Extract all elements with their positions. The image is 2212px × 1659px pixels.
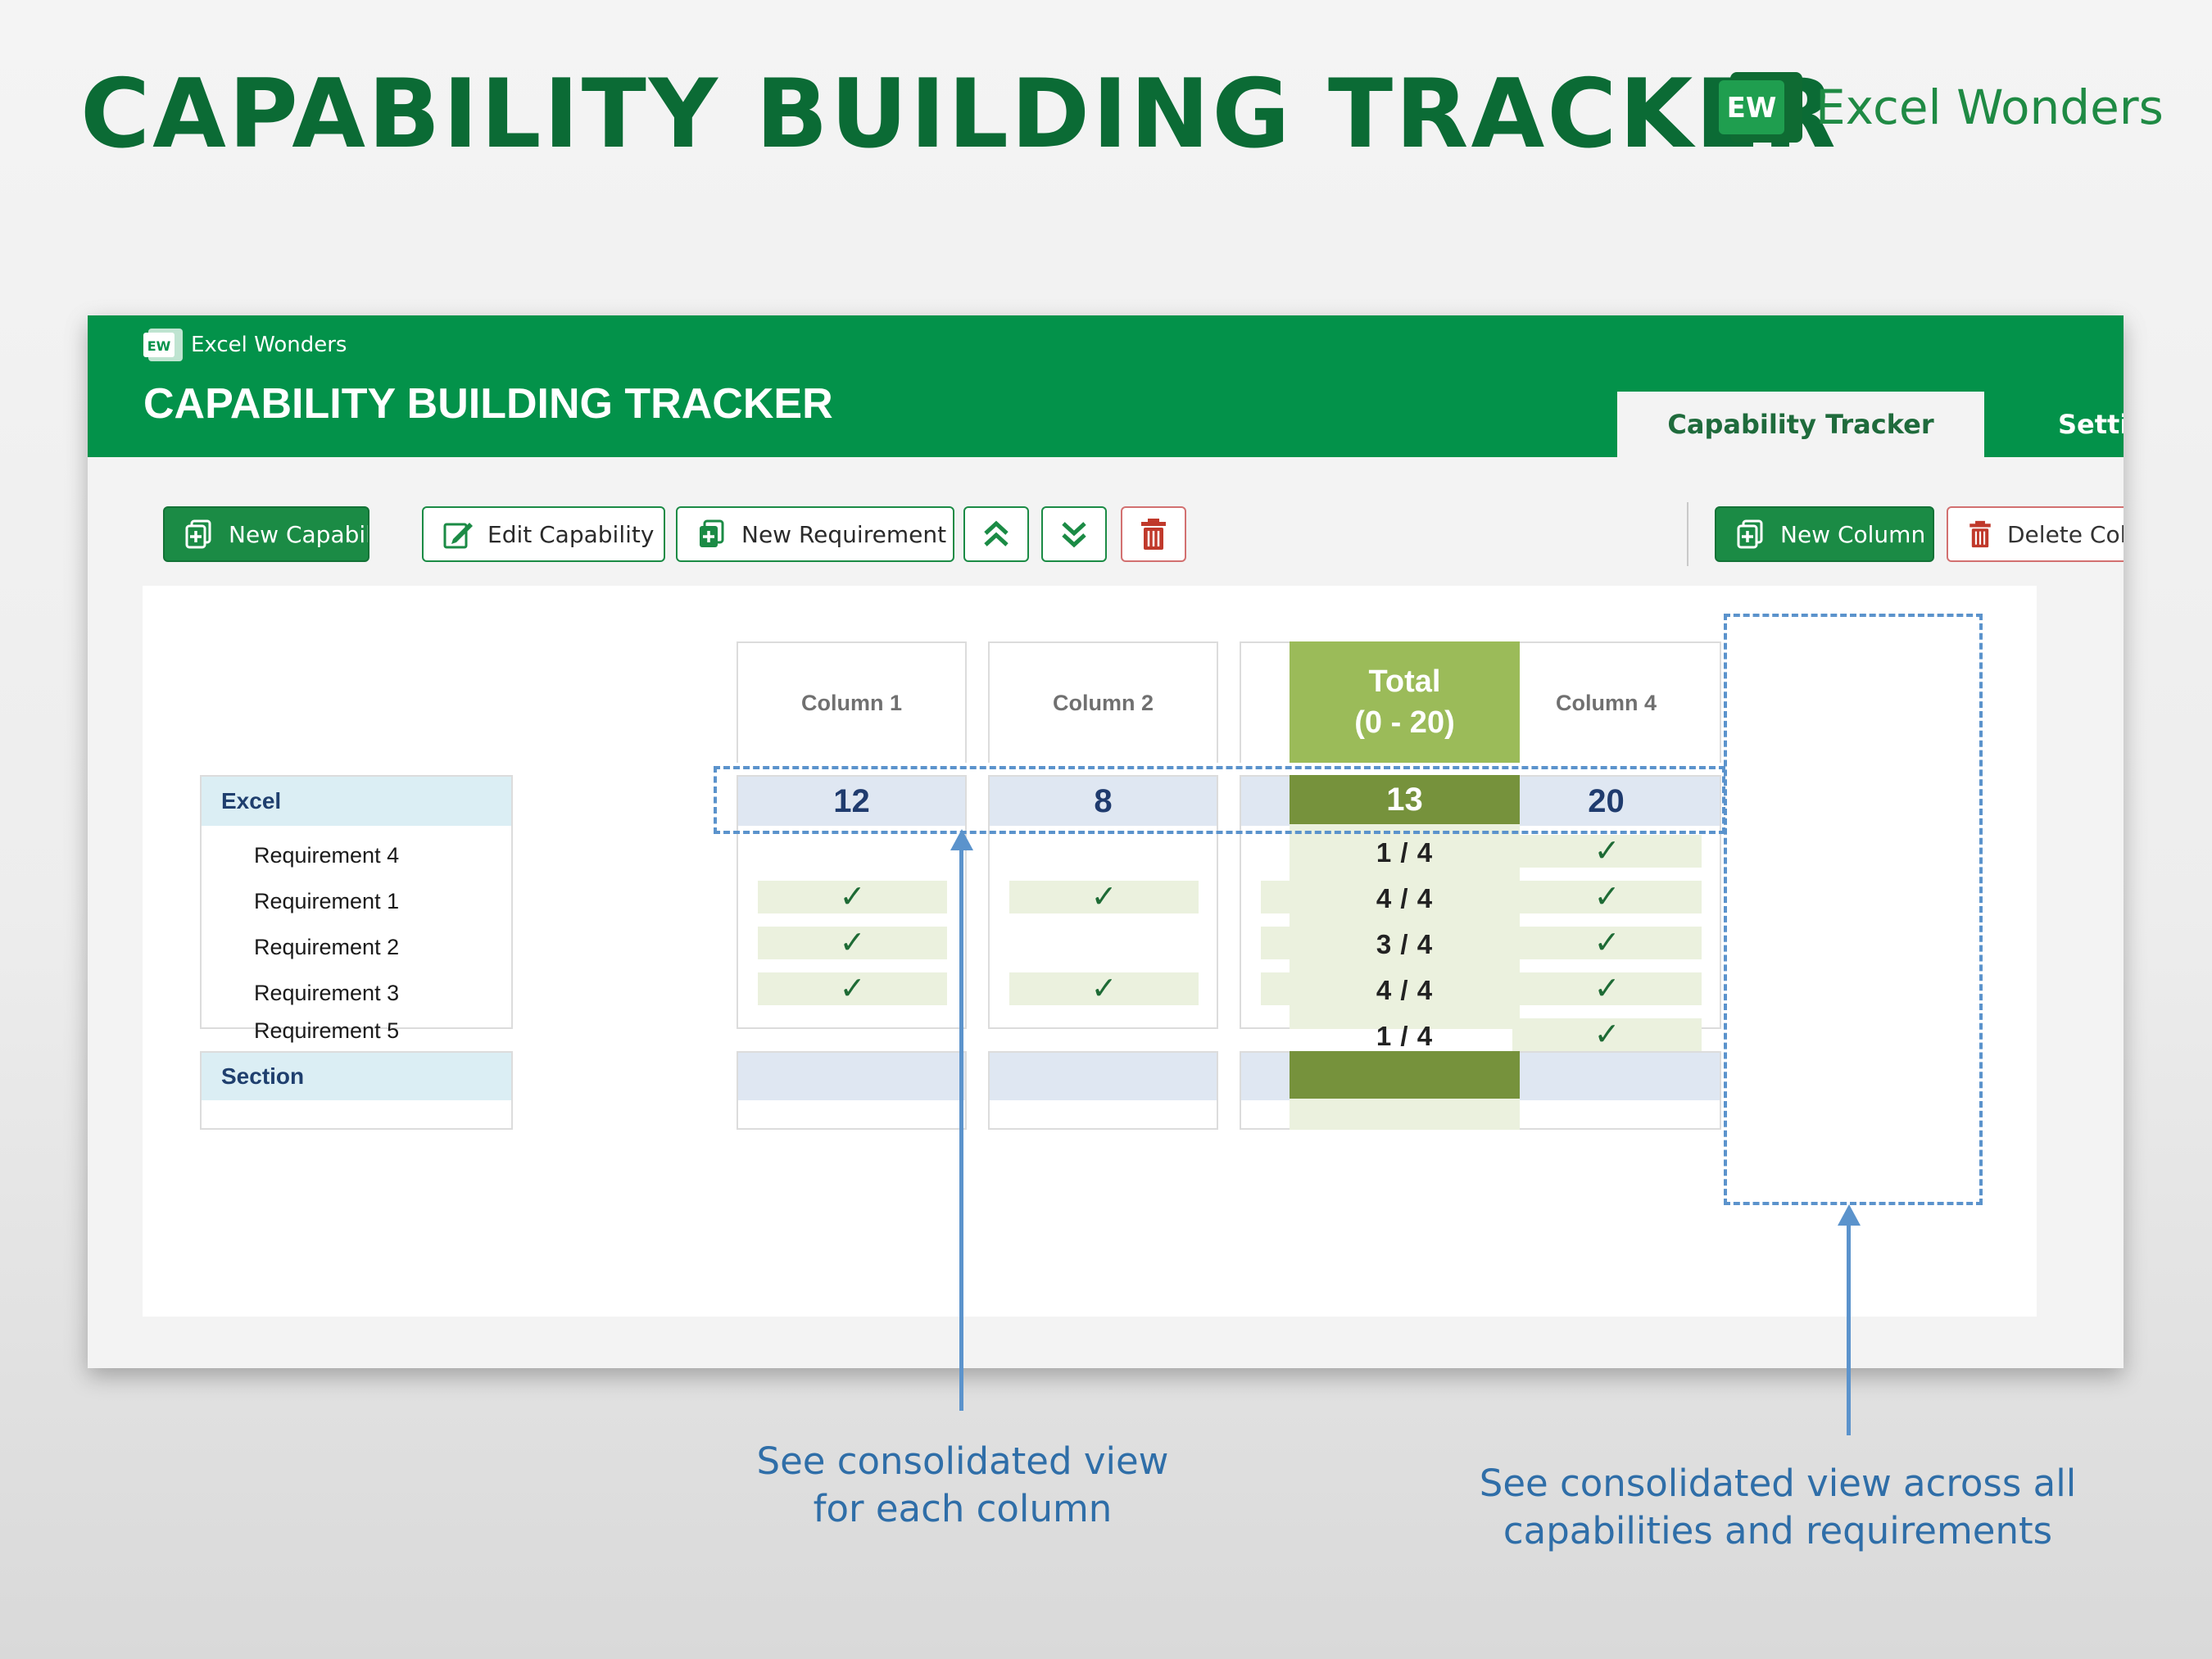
section-column-cell xyxy=(1491,1051,1721,1130)
new-requirement-button[interactable]: New Requirement xyxy=(676,506,954,562)
new-column-button[interactable]: New Column xyxy=(1715,506,1934,562)
new-capability-label: New Capability xyxy=(229,520,368,548)
column-annotation-line: See consolidated view xyxy=(756,1439,1169,1483)
arrow-line xyxy=(1847,1224,1851,1435)
edit-capability-label: Edit Capability xyxy=(487,520,655,548)
check-cell[interactable]: ✓ xyxy=(1009,881,1199,913)
total-annotation-line: See consolidated view across all xyxy=(1479,1462,2077,1505)
column-scores-highlight xyxy=(714,766,1725,834)
total-column-highlight xyxy=(1724,614,1983,1205)
capability-name[interactable]: Excel xyxy=(202,777,511,826)
hero-brand: EW Excel Wonders xyxy=(1719,70,2164,144)
section-block: Section xyxy=(200,1051,513,1130)
new-capability-button[interactable]: New Capability xyxy=(163,506,369,562)
check-cell[interactable]: ✓ xyxy=(1512,835,1702,868)
app-brand: EW Excel Wonders xyxy=(143,329,347,361)
column-header[interactable]: Column 2 xyxy=(988,641,1218,763)
section-column-cell xyxy=(737,1051,967,1130)
delete-button[interactable] xyxy=(1121,506,1186,562)
requirement-label[interactable]: Requirement 1 xyxy=(254,889,399,914)
check-cell[interactable]: ✓ xyxy=(1512,927,1702,959)
column-annotation-line: for each column xyxy=(813,1487,1113,1530)
excel-wonders-logo-icon: EW xyxy=(1719,72,1802,143)
check-cell[interactable]: ✓ xyxy=(758,927,947,959)
add-document-icon xyxy=(700,519,724,547)
tab-settings[interactable]: Settings xyxy=(2058,392,2124,457)
edit-capability-button[interactable]: Edit Capability xyxy=(422,506,665,562)
svg-text:EW: EW xyxy=(1727,92,1777,125)
add-document-icon xyxy=(1737,519,1763,549)
arrow-up-icon xyxy=(950,829,973,850)
app-title: CAPABILITY BUILDING TRACKER xyxy=(143,380,833,428)
hero-brand-name: Excel Wonders xyxy=(1815,79,2164,135)
section-column-cell xyxy=(988,1051,1218,1130)
delete-column-label: Delete Column xyxy=(2007,520,2124,548)
column-header[interactable]: Column 1 xyxy=(737,641,967,763)
app-header: EW Excel Wonders CAPABILITY BUILDING TRA… xyxy=(88,315,2124,457)
new-requirement-label: New Requirement xyxy=(741,520,947,548)
double-chevron-up-icon xyxy=(984,520,1009,546)
total-annotation-line: capabilities and requirements xyxy=(1503,1509,2053,1552)
requirement-total: 4 / 4 xyxy=(1376,883,1434,913)
trash-icon xyxy=(1969,520,1991,548)
requirement-label[interactable]: Requirement 4 xyxy=(254,843,399,868)
requirement-total: 4 / 4 xyxy=(1376,975,1434,1005)
total-annotation: See consolidated view across all capabil… xyxy=(1458,1460,2097,1555)
check-cell[interactable]: ✓ xyxy=(1512,972,1702,1005)
move-up-button[interactable] xyxy=(963,506,1029,562)
edit-icon xyxy=(443,523,473,549)
double-chevron-down-icon xyxy=(1062,522,1086,548)
check-cell[interactable]: ✓ xyxy=(1512,881,1702,913)
column-annotation: See consolidated view for each column xyxy=(655,1438,1270,1533)
requirement-label[interactable]: Requirement 2 xyxy=(254,935,399,960)
check-cell[interactable]: ✓ xyxy=(1512,1018,1702,1051)
capability-block: Excel Requirement 4 Requirement 1 Requir… xyxy=(200,775,513,1043)
total-header-title: Total xyxy=(1368,664,1441,699)
check-cell[interactable]: ✓ xyxy=(1009,972,1199,1005)
excel-wonders-mini-logo-icon: EW xyxy=(143,329,183,361)
toolbar-separator xyxy=(1687,502,1688,566)
total-section-cell xyxy=(1290,1051,1520,1130)
total-header-range: (0 - 20) xyxy=(1354,705,1455,740)
column-header[interactable]: Column 4 xyxy=(1491,641,1721,763)
check-cell[interactable]: ✓ xyxy=(758,972,947,1005)
requirement-total: 1 / 4 xyxy=(1376,837,1434,868)
requirement-total: 1 / 4 xyxy=(1376,1021,1434,1051)
requirement-total: 3 / 4 xyxy=(1376,929,1434,959)
arrow-up-icon xyxy=(1838,1204,1861,1226)
hero-title: CAPABILITY BUILDING TRACKER xyxy=(80,59,1838,170)
tab-capability-tracker[interactable]: Capability Tracker xyxy=(1617,392,1984,457)
delete-column-button[interactable]: Delete Column xyxy=(1947,506,2124,562)
app-brand-name: Excel Wonders xyxy=(191,333,347,357)
add-document-icon xyxy=(185,519,211,549)
section-name[interactable]: Section xyxy=(202,1053,511,1100)
check-cell[interactable]: ✓ xyxy=(758,881,947,913)
requirement-label[interactable]: Requirement 5 xyxy=(254,1018,399,1044)
arrow-line xyxy=(959,849,963,1411)
trash-icon xyxy=(1141,519,1166,550)
move-down-button[interactable] xyxy=(1041,506,1107,562)
svg-text:EW: EW xyxy=(147,338,171,354)
new-column-label: New Column xyxy=(1780,520,1926,548)
total-header: Total (0 - 20) xyxy=(1290,641,1520,763)
requirement-label[interactable]: Requirement 3 xyxy=(254,981,399,1006)
